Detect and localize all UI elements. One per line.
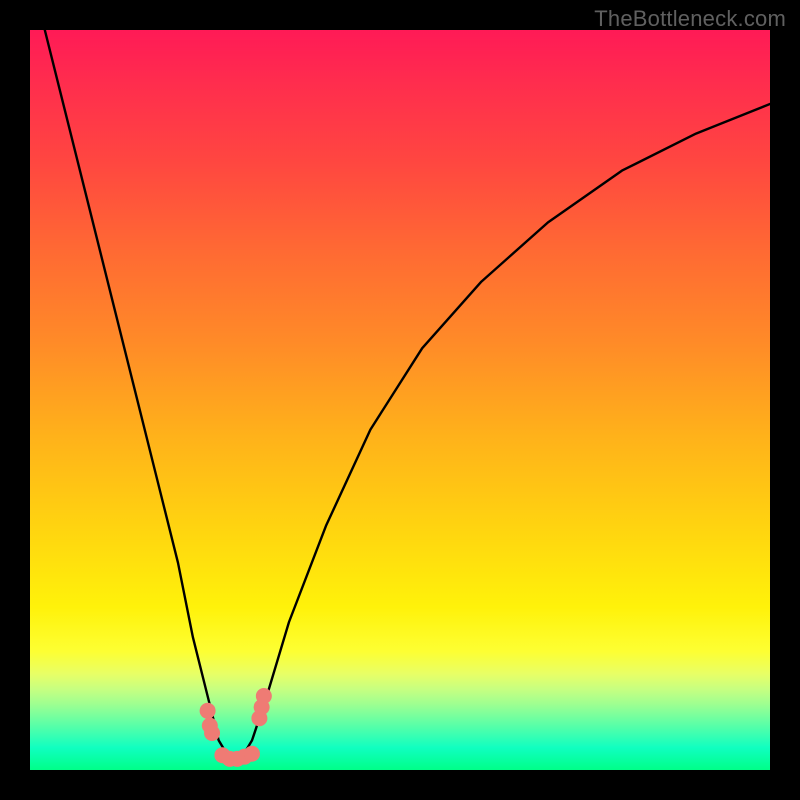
valley-marker — [204, 725, 220, 741]
valley-marker — [244, 746, 260, 762]
curve-svg — [30, 30, 770, 770]
plot-area — [30, 30, 770, 770]
watermark-text: TheBottleneck.com — [594, 6, 786, 32]
valley-markers — [200, 688, 272, 767]
bottleneck-curve — [45, 30, 770, 759]
valley-marker — [200, 703, 216, 719]
valley-marker — [256, 688, 272, 704]
chart-frame: TheBottleneck.com — [0, 0, 800, 800]
